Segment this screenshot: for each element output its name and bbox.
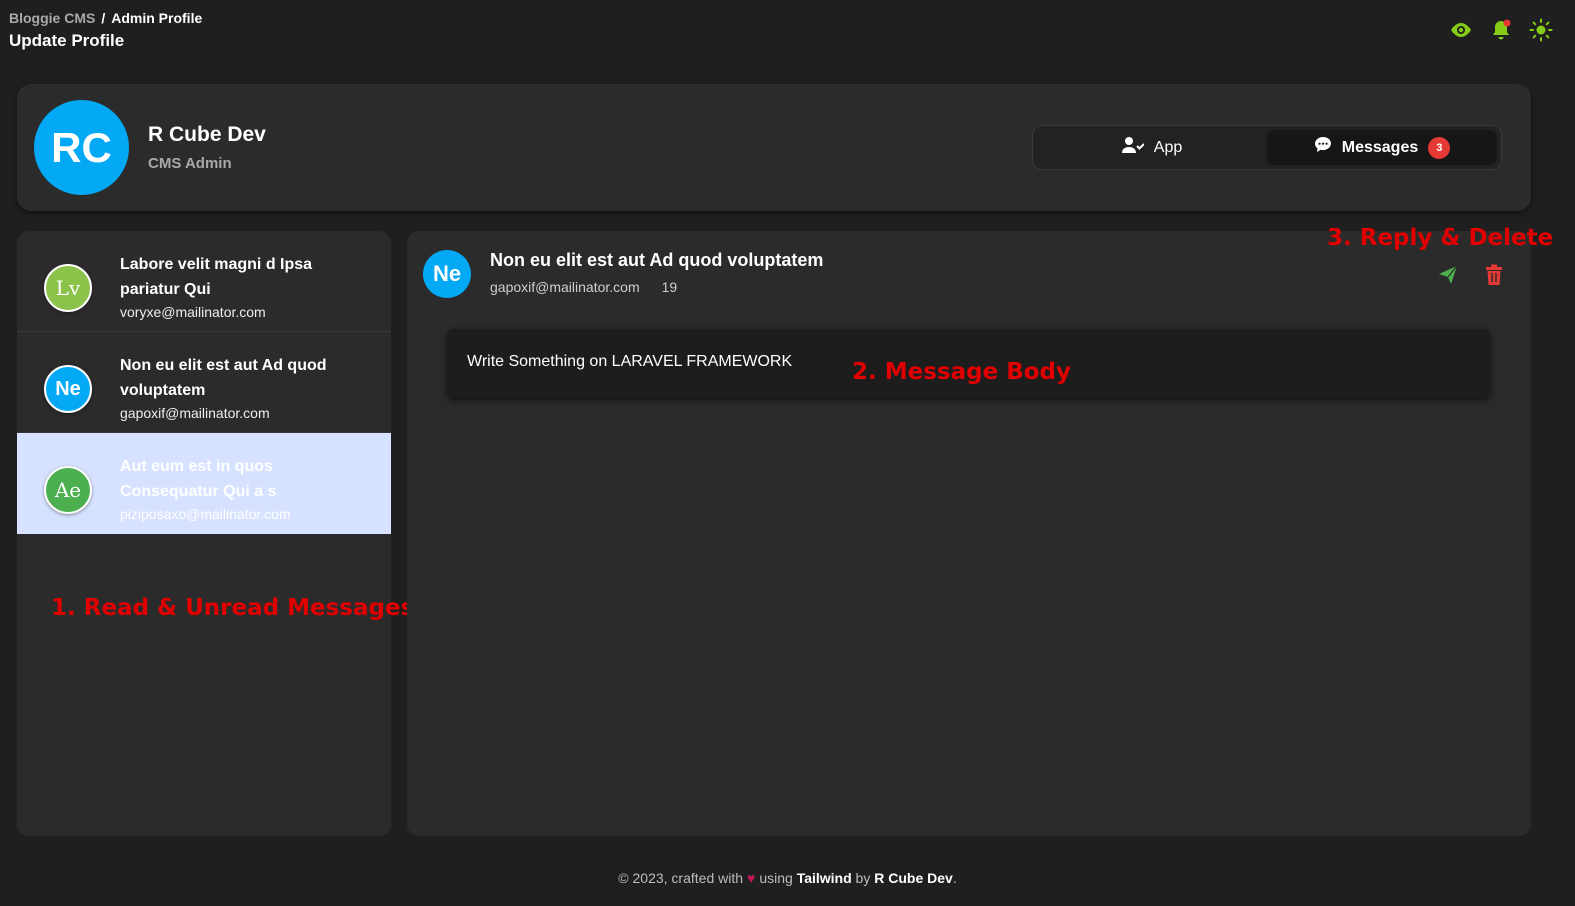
breadcrumb-separator: / [101,10,106,26]
message-email: gapoxif@mailinator.com [120,405,270,421]
footer-prefix: © 2023, crafted with [618,870,744,886]
message-actions [1436,263,1506,287]
footer: © 2023, crafted with ♥ using Tailwind by R… [0,870,1575,886]
tab-messages[interactable]: Messages 3 [1267,130,1497,165]
bell-icon[interactable] [1489,18,1513,42]
annotation-list: 1. Read & Unread Messages [51,595,415,621]
sender-email: gapoxif@mailinator.com [490,279,640,295]
message-detail: Ne Non eu elit est aut Ad quod voluptate… [407,231,1531,836]
header-actions [1449,18,1553,42]
heart-icon: ♥ [747,870,756,886]
breadcrumb-root-link[interactable]: Bloggie CMS [9,10,95,26]
avatar: Ne [423,250,471,298]
footer-author: R Cube Dev [874,870,953,886]
chat-bubble-icon [1314,136,1332,159]
footer-tech: Tailwind [796,870,852,886]
tab-messages-label: Messages [1341,138,1419,156]
profile-tabs: App Messages 3 [1032,125,1502,170]
message-list: Lv Labore velit magni d Ipsa pariatur Qu… [17,231,391,836]
delete-trash-icon[interactable] [1482,263,1506,287]
message-meta: gapoxif@mailinator.com 19 [490,279,677,295]
breadcrumb: Bloggie CMS / Admin Profile [9,10,202,26]
footer-suffix: . [952,870,957,886]
list-item-selected[interactable]: Ae Aut eum est in quos Consequatur Qui a… [17,433,391,534]
message-count: 19 [661,279,678,295]
header: Bloggie CMS / Admin Profile Update Profile [9,10,202,51]
tab-app-label: App [1153,138,1183,156]
annotation-body: 2. Message Body [852,359,1071,385]
user-check-icon [1121,136,1145,159]
messages-count-badge: 3 [1428,136,1451,159]
profile-name: R Cube Dev [148,123,266,146]
message-email: voryxe@mailinator.com [120,304,266,320]
avatar: RC [34,100,129,195]
message-title: Aut eum est in quos Consequatur Qui a s [120,458,277,500]
list-item[interactable]: Lv Labore velit magni d Ipsa pariatur Qu… [17,231,391,332]
message-subject: Non eu elit est aut Ad quod voluptatem [490,250,824,270]
avatar: Ne [44,365,92,413]
list-item[interactable]: Ne Non eu elit est aut Ad quod voluptate… [17,332,391,433]
message-email: piziposaxo@mailinator.com [120,506,291,522]
breadcrumb-current: Admin Profile [111,10,203,26]
profile-role: CMS Admin [148,155,232,172]
page-title: Update Profile [9,31,125,50]
footer-using: using [759,870,793,886]
tab-app[interactable]: App [1037,130,1267,165]
avatar: Lv [44,264,92,312]
message-title: Labore velit magni d Ipsa pariatur Qui [120,256,313,298]
annotation-actions: 3. Reply & Delete [1327,225,1554,251]
reply-send-icon[interactable] [1436,263,1460,287]
footer-by: by [855,870,871,886]
avatar: Ae [44,466,92,514]
message-title: Non eu elit est aut Ad quod voluptatem [120,357,327,399]
profile-card: RC R Cube Dev CMS Admin App Messages 3 [17,84,1531,211]
sun-icon[interactable] [1529,18,1553,42]
eye-icon[interactable] [1449,18,1473,42]
